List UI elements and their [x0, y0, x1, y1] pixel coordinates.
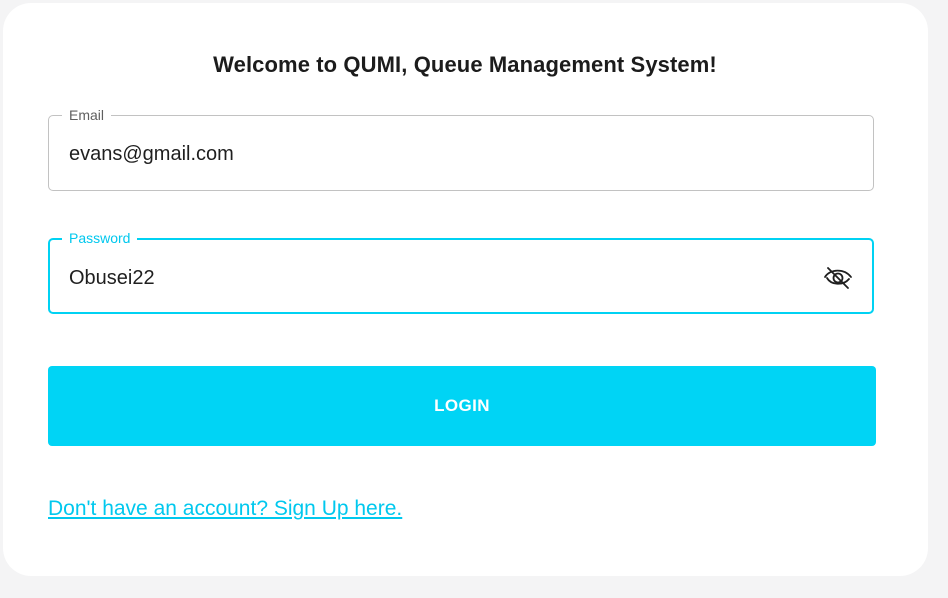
email-field[interactable]: Email evans@gmail.com — [48, 106, 874, 191]
password-label: Password — [62, 229, 138, 247]
signup-link[interactable]: Don't have an account? Sign Up here. — [48, 497, 402, 521]
page-title: Welcome to QUMI, Queue Management System… — [213, 52, 717, 77]
password-field[interactable]: Password Obusei22 — [48, 229, 874, 314]
email-label: Email — [62, 106, 112, 124]
login-button[interactable]: LOGIN — [48, 366, 876, 446]
eye-off-icon[interactable] — [822, 262, 854, 294]
password-input[interactable]: Obusei22 — [69, 266, 155, 290]
email-input[interactable]: evans@gmail.com — [69, 142, 234, 166]
